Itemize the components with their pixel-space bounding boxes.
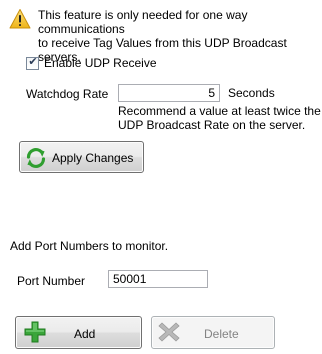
- refresh-arrows-icon: [26, 148, 46, 168]
- apply-changes-label: Apply Changes: [52, 151, 134, 165]
- enable-udp-label[interactable]: Enable UDP Receive: [44, 56, 157, 70]
- watchdog-hint-line-2: UDP Broadcast Rate on the server.: [118, 118, 306, 132]
- watchdog-hint-line-1: Recommend a value at least twice the: [118, 104, 321, 118]
- delete-button[interactable]: Delete: [151, 316, 275, 349]
- port-section-heading: Add Port Numbers to monitor.: [10, 239, 169, 253]
- add-button-label: Add: [74, 327, 96, 341]
- warning-triangle-icon: [9, 9, 31, 29]
- enable-udp-checkbox[interactable]: ✔: [26, 55, 39, 70]
- delete-button-label: Delete: [204, 327, 239, 341]
- port-number-input[interactable]: [108, 270, 208, 288]
- watchdog-rate-label: Watchdog Rate: [26, 87, 109, 101]
- port-number-label: Port Number: [17, 274, 86, 288]
- add-button[interactable]: Add: [15, 316, 142, 349]
- gray-x-icon: [158, 322, 180, 342]
- apply-changes-button[interactable]: Apply Changes: [19, 141, 144, 173]
- watchdog-rate-input[interactable]: [118, 84, 220, 102]
- watchdog-unit-label: Seconds: [228, 86, 275, 100]
- green-plus-icon: [24, 321, 46, 343]
- checkmark-icon: ✔: [28, 55, 38, 68]
- warning-line-1: This feature is only needed for one way …: [38, 8, 248, 36]
